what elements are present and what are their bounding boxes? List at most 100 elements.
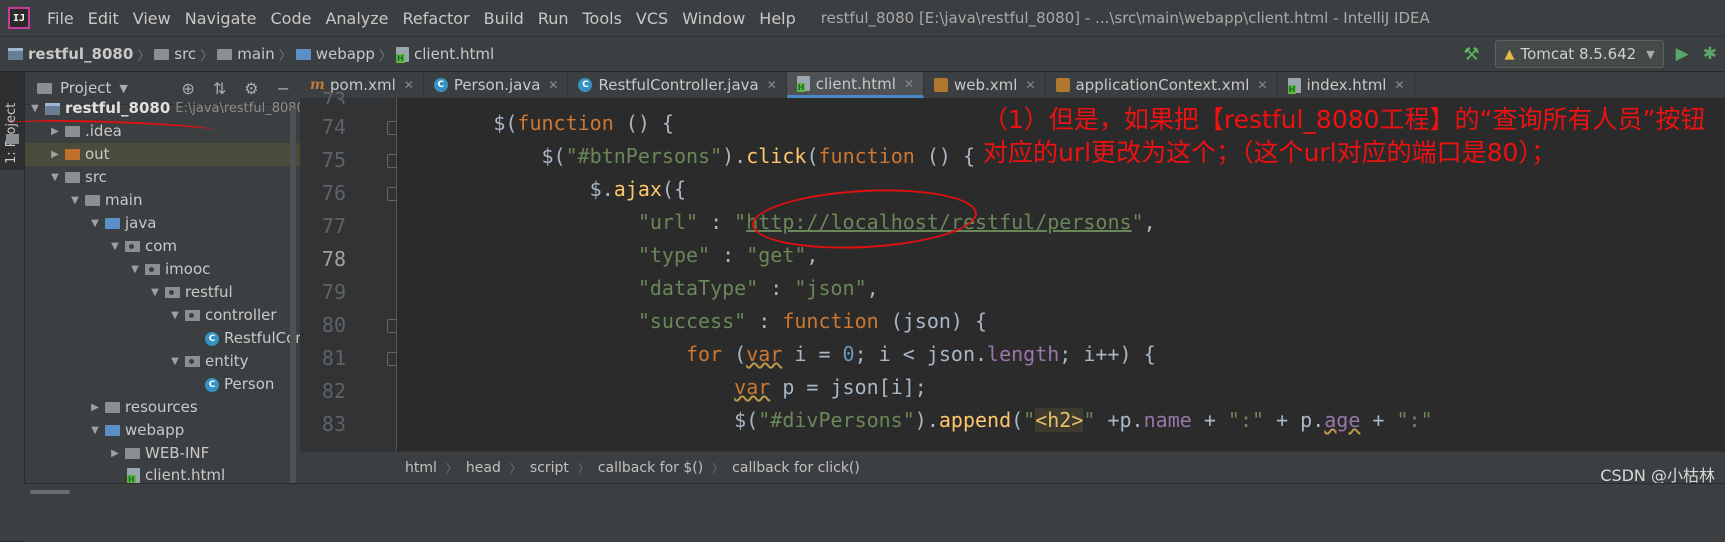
chevron-down-icon[interactable]: ▼: [167, 304, 183, 327]
menu-view[interactable]: View: [126, 9, 178, 28]
xml-icon: [1055, 78, 1070, 92]
locate-crosshair-icon[interactable]: ⊕: [181, 79, 194, 98]
menu-file[interactable]: File: [40, 9, 81, 28]
tab-web-xml[interactable]: web.xml ✕: [924, 72, 1046, 98]
close-icon[interactable]: ✕: [404, 78, 414, 92]
chevron-down-icon[interactable]: ▼: [27, 97, 43, 120]
menu-window[interactable]: Window: [675, 9, 752, 28]
code-line-83: $("#divPersons").append("<h2>" +p.name +…: [397, 408, 1433, 432]
line-number: 74: [321, 115, 346, 139]
line-number-current: 78: [321, 247, 346, 271]
breadcrumb-callback-click[interactable]: callback for click(): [723, 460, 869, 476]
breadcrumb-src[interactable]: src: [154, 45, 196, 63]
web-folder-icon: [105, 425, 120, 436]
module-folder-icon: [8, 48, 23, 60]
tree-item-src[interactable]: ▼ src: [47, 166, 107, 189]
chevron-down-icon[interactable]: ▼: [147, 281, 163, 304]
left-tool-strip: 1: Project: [0, 72, 25, 541]
menu-help[interactable]: Help: [752, 9, 802, 28]
gear-icon[interactable]: ⚙: [244, 79, 258, 98]
tree-item-com[interactable]: ▼ com: [107, 235, 177, 258]
tree-item-resources[interactable]: ▶ resources: [87, 396, 198, 419]
line-number: 81: [321, 346, 346, 370]
chevron-down-icon[interactable]: ▼: [87, 419, 103, 442]
menu-edit[interactable]: Edit: [81, 9, 126, 28]
line-number: 79: [321, 280, 346, 304]
chevron-right-icon[interactable]: ▶: [87, 396, 103, 419]
line-number: 82: [321, 379, 346, 403]
chevron-down-icon[interactable]: ▼: [119, 82, 127, 95]
panel-tools: ⊕ ⇅ ⚙ −: [181, 79, 300, 98]
menu-analyze[interactable]: Analyze: [318, 9, 395, 28]
tab-person-java[interactable]: C Person.java ✕: [424, 72, 569, 98]
tree-item-imooc[interactable]: ▼ imooc: [127, 258, 210, 281]
collapse-all-icon[interactable]: ⇅: [213, 79, 226, 98]
chevron-down-icon[interactable]: ▼: [127, 258, 143, 281]
breadcrumb-main[interactable]: main: [217, 45, 275, 63]
tab-index-html[interactable]: index.html✕: [1278, 72, 1415, 98]
breadcrumb-separator: 〉: [577, 462, 589, 475]
code-line-76: $.ajax({: [397, 177, 687, 201]
code-line-82: var p = json[i];: [734, 375, 927, 399]
menu-code[interactable]: Code: [264, 9, 319, 28]
debug-bug-icon[interactable]: ✱: [1703, 44, 1717, 64]
vertical-scrollbar[interactable]: [290, 108, 296, 528]
breadcrumb-separator: 〉: [509, 462, 521, 475]
menu-refactor[interactable]: Refactor: [396, 9, 477, 28]
chevron-down-icon[interactable]: ▼: [47, 166, 63, 189]
tree-item-web-inf[interactable]: ▶ WEB-INF: [107, 442, 209, 465]
close-icon[interactable]: ✕: [548, 78, 558, 92]
folder-icon: [65, 172, 80, 183]
breadcrumb-project[interactable]: restful_8080: [0, 45, 133, 63]
close-icon[interactable]: ✕: [767, 78, 777, 92]
run-play-icon[interactable]: ▶: [1676, 44, 1689, 64]
breadcrumb-callback-function[interactable]: callback for $(): [589, 460, 712, 476]
chevron-down-icon[interactable]: ▼: [87, 212, 103, 235]
tree-item-java[interactable]: ▼ java: [87, 212, 156, 235]
breadcrumb-webapp[interactable]: webapp: [295, 45, 375, 63]
menu-run[interactable]: Run: [531, 9, 576, 28]
close-icon[interactable]: ✕: [1025, 78, 1035, 92]
tree-item-entity[interactable]: ▼ entity: [167, 350, 248, 373]
tree-item-restful[interactable]: ▼ restful: [147, 281, 233, 304]
tree-item-main[interactable]: ▼ main: [67, 189, 142, 212]
folder-icon: [37, 82, 52, 94]
run-configuration-select[interactable]: ▲ Tomcat 8.5.642 ▼: [1495, 40, 1664, 68]
hide-minus-icon[interactable]: −: [277, 79, 290, 98]
menu-tools[interactable]: Tools: [576, 9, 629, 28]
build-hammer-icon[interactable]: ⚒: [1463, 44, 1479, 65]
tab-restfulcontroller-java[interactable]: C RestfulController.java ✕: [568, 72, 787, 98]
code-line-79: "dataType" : "json",: [637, 276, 879, 300]
menu-build[interactable]: Build: [477, 9, 531, 28]
menu-navigate[interactable]: Navigate: [178, 9, 264, 28]
chevron-right-icon[interactable]: ▶: [47, 143, 63, 166]
breadcrumb-separator: 〉: [278, 48, 292, 64]
chevron-down-icon[interactable]: ▼: [167, 350, 183, 373]
menu-vcs[interactable]: VCS: [629, 9, 675, 28]
close-icon[interactable]: ✕: [1394, 78, 1404, 92]
tab-client-html[interactable]: client.html✕: [786, 72, 924, 98]
breadcrumb-separator: 〉: [712, 462, 724, 475]
breadcrumb-client-html[interactable]: client.html: [395, 45, 494, 63]
chevron-right-icon[interactable]: ▶: [107, 442, 123, 465]
drag-handle[interactable]: [30, 490, 70, 494]
breadcrumb-html[interactable]: html: [396, 460, 446, 476]
tree-item-out[interactable]: ▶ out: [25, 143, 300, 166]
module-folder-icon: [45, 102, 60, 115]
chevron-down-icon[interactable]: ▼: [107, 235, 123, 258]
project-view-select[interactable]: Project: [60, 79, 111, 97]
chevron-down-icon[interactable]: ▼: [67, 189, 83, 212]
close-icon[interactable]: ✕: [1257, 78, 1267, 92]
tree-item-webapp[interactable]: ▼ webapp: [87, 419, 184, 442]
tree-item-person[interactable]: C Person: [203, 373, 274, 396]
close-icon[interactable]: ✕: [904, 77, 914, 91]
breadcrumb-separator: 〉: [445, 462, 457, 475]
breadcrumb-head[interactable]: head: [457, 460, 510, 476]
class-icon: C: [205, 377, 219, 392]
tab-applicationcontext-xml[interactable]: applicationContext.xml ✕: [1046, 72, 1278, 98]
tree-item-restful-8080[interactable]: ▼ restful_8080 E:\java\restful_8080: [27, 97, 300, 120]
tree-item-controller[interactable]: ▼ controller: [167, 304, 276, 327]
breadcrumb-script[interactable]: script: [521, 460, 578, 476]
tree-item-restfulcontroller[interactable]: C RestfulCor: [203, 327, 300, 350]
folder-icon: [6, 134, 19, 144]
